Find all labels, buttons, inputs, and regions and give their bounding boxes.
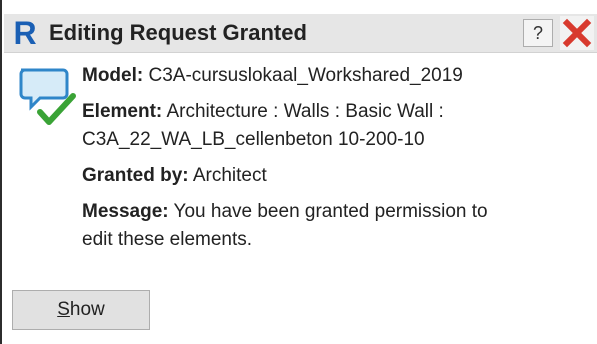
message-value-line2: edit these elements. [82, 229, 253, 250]
revit-logo-icon: R [13, 15, 37, 51]
help-button[interactable]: ? [523, 19, 553, 47]
close-icon [560, 16, 594, 50]
close-button[interactable] [560, 16, 594, 50]
editing-request-granted-dialog: R Editing Request Granted ? Model: C3A-c… [0, 0, 597, 344]
message-value-line1: You have been granted permission to [173, 201, 488, 222]
message-label: Message: [82, 201, 169, 222]
show-access-key: S [57, 299, 70, 320]
granted-by-row: Granted by: Architect [82, 162, 594, 190]
model-label: Model: [82, 65, 144, 86]
speech-bubble-checkmark-icon [18, 66, 80, 128]
granted-by-value: Architect [192, 165, 267, 186]
show-label-rest: how [69, 299, 105, 320]
element-row: Element: Architecture : Walls : Basic Wa… [82, 98, 594, 154]
element-value-line2: C3A_22_WA_LB_cellenbeton 10-200-10 [82, 129, 425, 150]
element-value-line1: Architecture : Walls : Basic Wall : [166, 101, 444, 122]
model-value: C3A-cursuslokaal_Workshared_2019 [148, 65, 463, 86]
model-row: Model: C3A-cursuslokaal_Workshared_2019 [82, 62, 594, 90]
help-icon: ? [532, 23, 543, 43]
title-bar[interactable]: R Editing Request Granted ? [4, 14, 597, 53]
element-label: Element: [82, 101, 163, 122]
dialog-title: Editing Request Granted [49, 20, 307, 45]
message-row: Message: You have been granted permissio… [82, 198, 594, 254]
show-button[interactable]: Show [12, 290, 150, 330]
request-details: Model: C3A-cursuslokaal_Workshared_2019 … [82, 62, 594, 262]
granted-by-label: Granted by: [82, 165, 189, 186]
